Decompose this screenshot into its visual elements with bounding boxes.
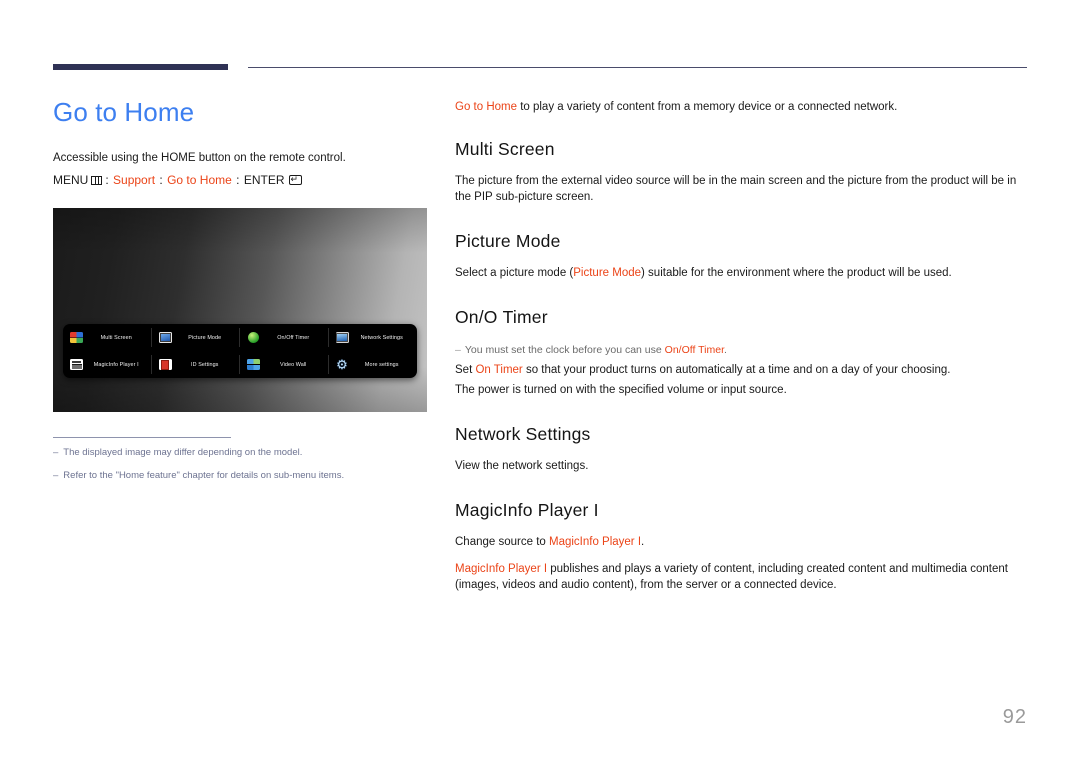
magicinfo-pre: Change source to xyxy=(455,536,549,548)
home-menu-item-label: Multi Screen xyxy=(100,334,132,341)
page-title: Go to Home xyxy=(53,97,195,127)
remote-button-note: Accessible using the HOME button on the … xyxy=(53,150,431,166)
home-menu-screenshot: Multi Screen Picture Mode On/Off Timer N… xyxy=(53,208,427,412)
footnote-dash: – xyxy=(53,469,59,481)
home-menu-item-label: Video Wall xyxy=(280,361,307,368)
magicinfo-highlight-1: MagicInfo Player I xyxy=(548,536,642,548)
note-body: You must set the clock before you can us… xyxy=(465,343,727,358)
menu-path-step-support[interactable]: Support xyxy=(113,173,155,187)
picture-mode-body-pre: Select a picture mode ( xyxy=(455,267,574,279)
home-menu-item-label: Network Settings xyxy=(360,334,403,341)
home-menu-item-magicinfo-player[interactable]: MagicInfo Player I xyxy=(63,351,152,378)
section-body-picture-mode: Select a picture mode (Picture Mode) sui… xyxy=(455,265,1033,281)
on-timer-pre: Set xyxy=(455,364,476,376)
footnote-item: – Refer to the "Home feature" chapter fo… xyxy=(53,469,433,482)
right-column: Go to Home to play a variety of content … xyxy=(455,99,1033,597)
intro-highlight: Go to Home xyxy=(455,101,517,113)
magicinfo-body-1: Change source to MagicInfo Player I. xyxy=(455,534,1033,550)
left-column: Go to Home Accessible using the HOME but… xyxy=(53,95,431,189)
footnote-dash: – xyxy=(53,447,59,458)
home-menu-bar: Multi Screen Picture Mode On/Off Timer N… xyxy=(63,324,417,378)
home-menu-item-label: Picture Mode xyxy=(188,334,222,341)
section-heading-on-off-timer: On/O Timer xyxy=(455,307,548,327)
magicinfo-highlight-2: MagicInfo Player I xyxy=(455,563,548,575)
on-off-timer-icon xyxy=(247,332,260,343)
picture-mode-icon xyxy=(158,332,172,343)
home-menu-item-id-settings[interactable]: ID Settings xyxy=(152,351,241,378)
figure-shading xyxy=(53,208,427,412)
on-off-timer-note: – You must set the clock before you can … xyxy=(455,343,1033,358)
menu-path-separator-2: : xyxy=(159,173,163,187)
section-body-network-settings: View the network settings. xyxy=(455,460,589,472)
footnote-text: Refer to the "Home feature" chapter for … xyxy=(63,469,345,481)
note-post: . xyxy=(724,344,727,356)
intro-rest: to play a variety of content from a memo… xyxy=(517,101,898,113)
home-menu-item-label: ID Settings xyxy=(191,361,219,368)
menu-path-step-go-to-home[interactable]: Go to Home xyxy=(167,173,232,187)
home-menu-item-more-settings[interactable]: More settings xyxy=(329,351,418,378)
home-menu-item-label: On/Off Timer xyxy=(277,334,310,341)
home-menu-item-network-settings[interactable]: Network Settings xyxy=(329,324,418,351)
remote-button-note-text: Accessible using the HOME button on the … xyxy=(53,152,346,164)
header-divider-line xyxy=(248,67,1027,68)
video-wall-icon xyxy=(247,359,260,370)
note-highlight: On/Off Timer xyxy=(664,344,724,356)
section-heading-picture-mode: Picture Mode xyxy=(455,231,561,251)
more-settings-icon xyxy=(336,359,349,370)
page-number: 92 xyxy=(1002,706,1027,728)
footnote-list: – The displayed image may differ dependi… xyxy=(53,446,433,491)
home-menu-item-picture-mode[interactable]: Picture Mode xyxy=(152,324,241,351)
id-settings-icon xyxy=(158,359,172,370)
section-heading-multi-screen: Multi Screen xyxy=(455,139,555,159)
note-dash: – xyxy=(455,344,461,356)
menu-grid-icon xyxy=(91,176,103,185)
note-pre: You must set the clock before you can us… xyxy=(464,344,665,356)
menu-path-separator-3: : xyxy=(236,173,240,187)
on-off-timer-body-1: Set On Timer so that your product turns … xyxy=(455,362,1033,378)
magicinfo-player-icon xyxy=(70,359,83,370)
magicinfo-body-2: MagicInfo Player I publishes and plays a… xyxy=(455,561,1033,593)
section-heading-magicinfo-player: MagicInfo Player I xyxy=(455,500,599,520)
menu-path-separator-1: : xyxy=(105,173,109,187)
home-menu-item-video-wall[interactable]: Video Wall xyxy=(240,351,329,378)
magicinfo-post: . xyxy=(641,536,645,548)
section-heading-network-settings: Network Settings xyxy=(455,424,591,444)
menu-path-enter-label: ENTER xyxy=(243,173,285,187)
menu-path: MENU: Support : Go to Home : ENTER xyxy=(53,171,431,189)
home-menu-item-on-off-timer[interactable]: On/Off Timer xyxy=(240,324,329,351)
home-menu-item-label: More settings xyxy=(364,361,399,368)
network-settings-icon xyxy=(335,332,349,343)
footnote-item: – The displayed image may differ dependi… xyxy=(53,446,433,459)
picture-mode-highlight: Picture Mode xyxy=(573,267,642,279)
enter-key-icon xyxy=(288,175,302,185)
home-menu-item-multi-screen[interactable]: Multi Screen xyxy=(63,324,152,351)
footnote-divider xyxy=(53,437,231,438)
menu-path-menu-label: MENU xyxy=(53,173,89,187)
picture-mode-body-post: ) suitable for the environment where the… xyxy=(641,267,952,279)
on-timer-highlight: On Timer xyxy=(475,364,523,376)
footnote-text: The displayed image may differ depending… xyxy=(63,447,303,458)
on-off-timer-body-2: The power is turned on with the specifie… xyxy=(455,384,787,396)
on-timer-post: so that your product turns on automatica… xyxy=(522,364,951,376)
section-body-multi-screen: The picture from the external video sour… xyxy=(455,175,1017,203)
home-menu-item-label: MagicInfo Player I xyxy=(93,361,139,368)
header-accent-bar xyxy=(53,64,228,70)
intro-paragraph: Go to Home to play a variety of content … xyxy=(455,99,1033,115)
multi-screen-icon xyxy=(70,332,83,343)
